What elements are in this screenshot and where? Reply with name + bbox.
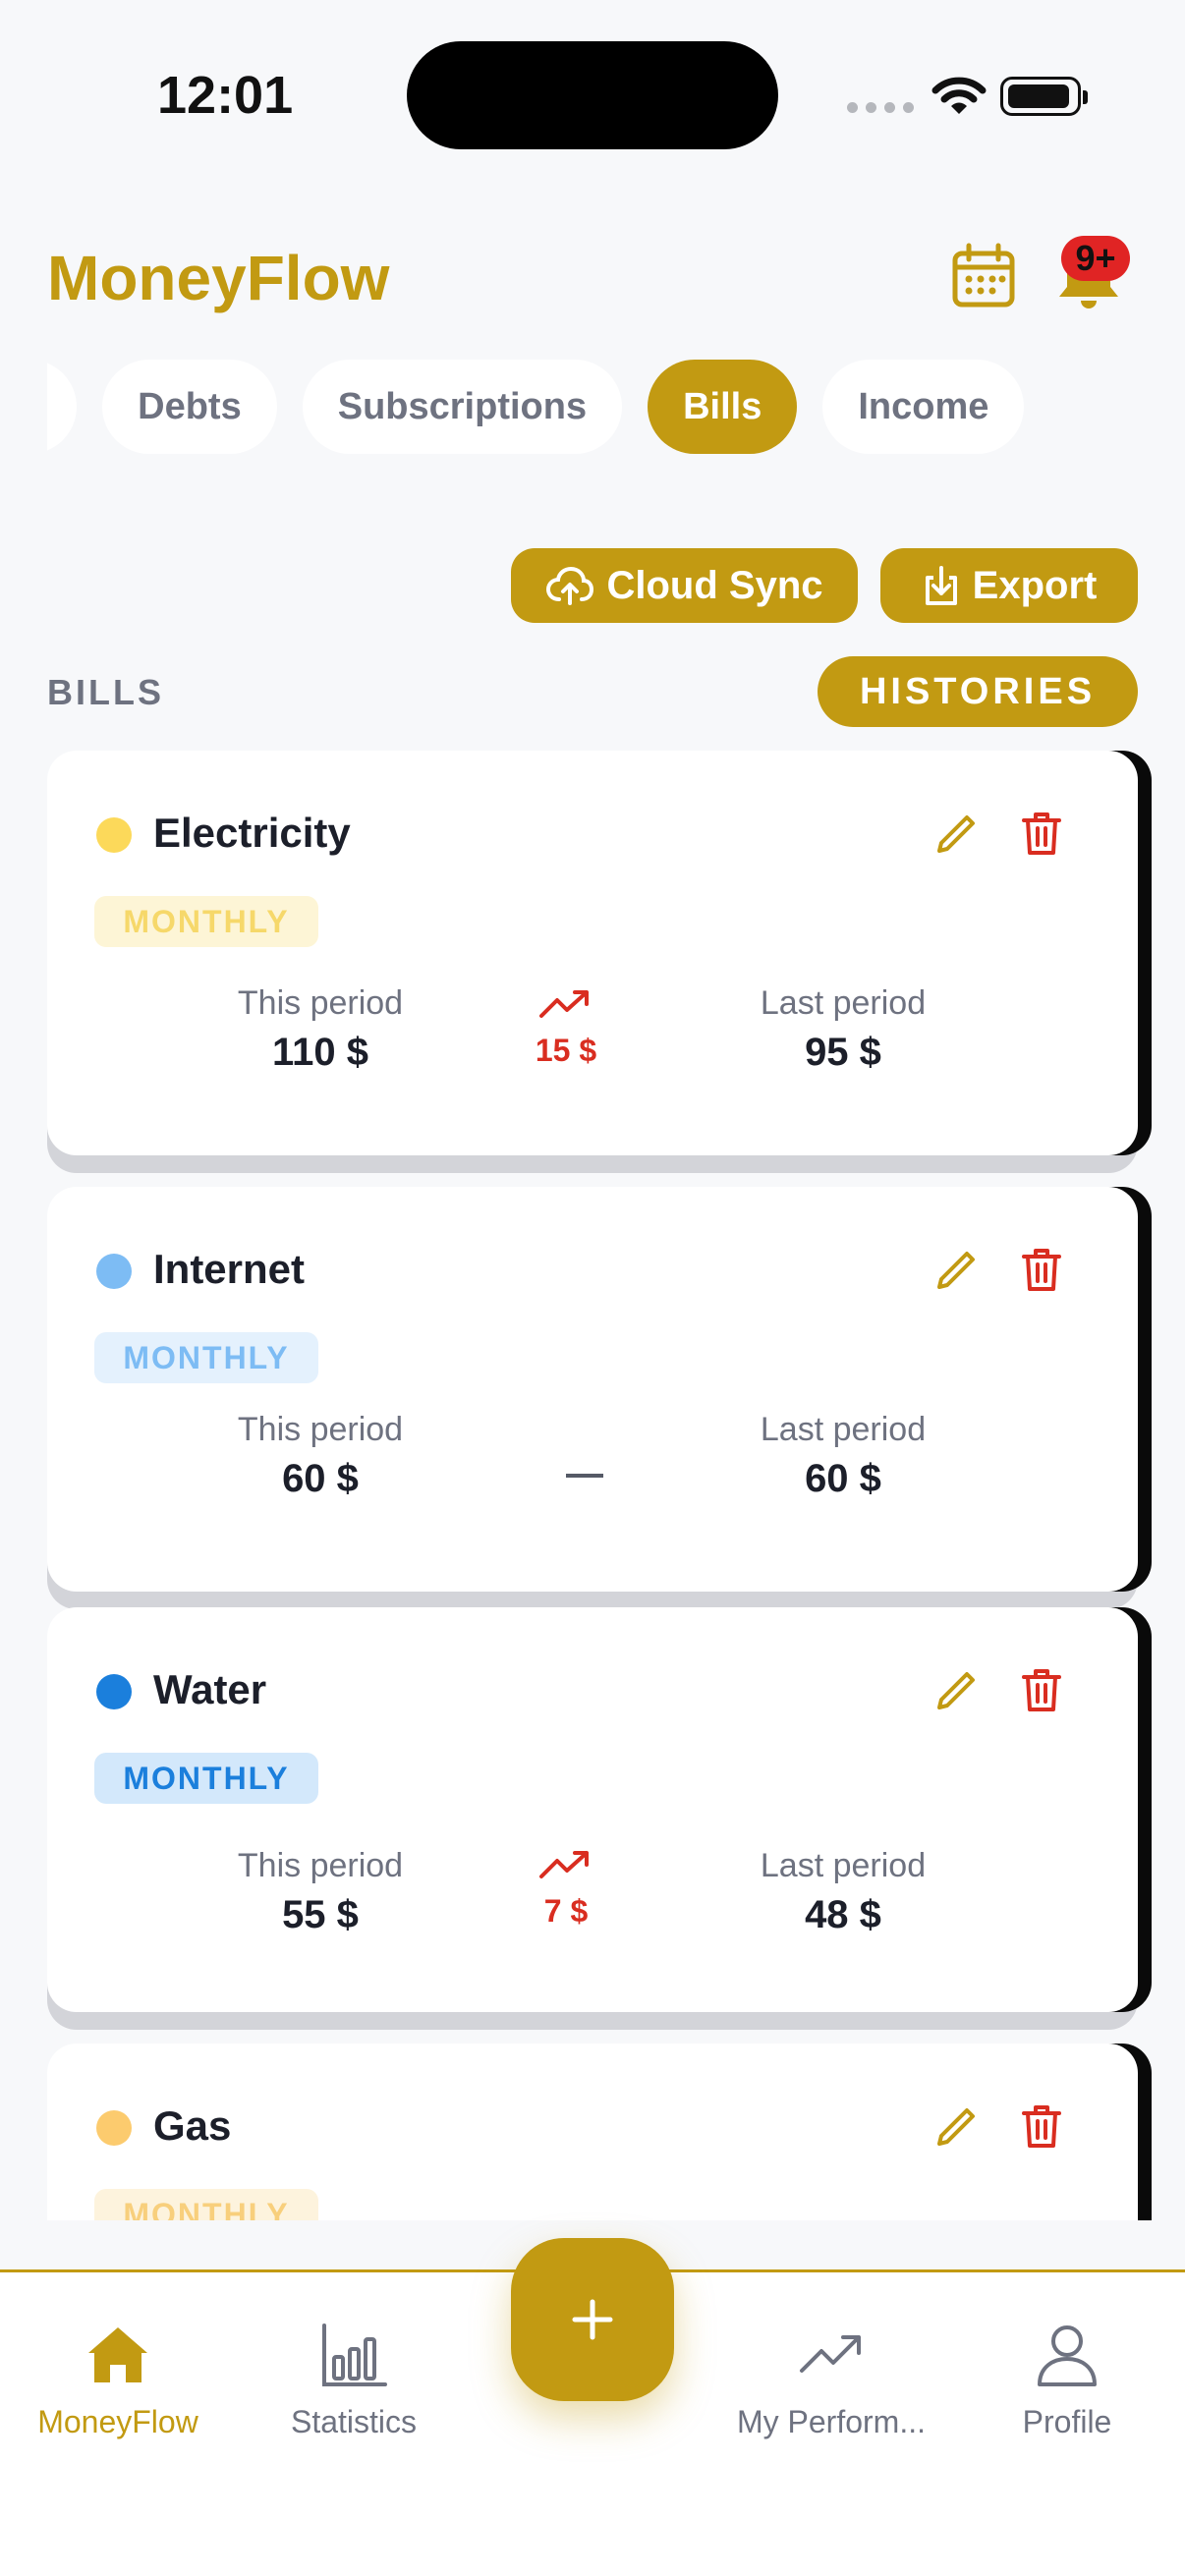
notification-badge: 9+	[1061, 236, 1130, 281]
status-icons	[847, 71, 1088, 120]
trend-up-icon	[800, 2335, 861, 2373]
trend-up-icon	[539, 990, 589, 1018]
battery-icon	[1000, 77, 1088, 116]
last-period-label: Last period	[760, 1847, 927, 1884]
bill-card[interactable]: Water MONTHLY This period 55 $ 7 $ Last …	[47, 1607, 1138, 2012]
frequency-badge: MONTHLY	[94, 2189, 318, 2220]
last-period: Last period 48 $	[696, 1847, 990, 1937]
cloud-sync-button[interactable]: Cloud Sync	[511, 548, 858, 623]
tab-bills[interactable]: Bills	[648, 360, 798, 454]
delete-icon[interactable]	[1020, 1666, 1063, 1713]
this-period-value: 60 $	[282, 1457, 359, 1500]
user-icon	[1038, 2325, 1097, 2386]
delete-icon[interactable]	[1020, 810, 1063, 857]
bill-name: Internet	[153, 1246, 306, 1292]
last-period: Last period 60 $	[696, 1411, 990, 1501]
this-period-value: 110 $	[272, 1031, 368, 1074]
bill-color-dot	[96, 2110, 132, 2146]
last-period-label: Last period	[760, 1411, 927, 1448]
export-button[interactable]: Export	[880, 548, 1138, 623]
trend: 7 $	[507, 1847, 625, 1930]
signal-icon	[847, 102, 914, 113]
section-title: BILLS	[47, 672, 164, 712]
tab-list: ents Debts Subscriptions Bills Income	[47, 360, 1025, 454]
last-period-value: 60 $	[805, 1457, 881, 1500]
nav-label: Profile	[1022, 2404, 1112, 2439]
this-period-label: This period	[237, 984, 404, 1022]
wifi-icon	[931, 77, 987, 114]
edit-icon[interactable]	[931, 1666, 979, 1713]
nav-statistics[interactable]: Statistics	[236, 2320, 472, 2440]
nav-label: MoneyFlow	[37, 2404, 198, 2439]
bill-color-dot	[96, 1674, 132, 1709]
calendar-icon[interactable]	[949, 242, 1018, 310]
frequency-badge: MONTHLY	[94, 1753, 318, 1804]
status-bar: 12:01	[0, 0, 1185, 177]
nav-label: Statistics	[290, 2404, 418, 2439]
bill-name: Gas	[153, 2102, 232, 2149]
this-period-value: 55 $	[282, 1893, 359, 1936]
no-change-indicator	[566, 1474, 603, 1478]
last-period: Last period 95 $	[696, 984, 990, 1075]
tab-income[interactable]: Income	[822, 360, 1025, 454]
frequency-badge: MONTHLY	[94, 896, 318, 947]
app-title: MoneyFlow	[47, 243, 390, 313]
dynamic-island	[407, 41, 778, 149]
bill-name: Water	[153, 1666, 267, 1712]
edit-icon[interactable]	[931, 810, 979, 857]
add-bill-button[interactable]	[511, 2238, 674, 2401]
bill-color-dot	[96, 1254, 132, 1289]
delete-icon[interactable]	[1020, 1246, 1063, 1293]
this-period: This period 55 $	[173, 1847, 468, 1937]
bar-chart-icon	[322, 2324, 387, 2386]
nav-profile[interactable]: Profile	[949, 2320, 1185, 2440]
bills-list: Electricity MONTHLY This period 110 $ 15…	[0, 747, 1185, 2220]
this-period-label: This period	[237, 1411, 404, 1448]
trend-value: 15 $	[535, 1033, 597, 1068]
last-period-label: Last period	[760, 984, 927, 1022]
export-label: Export	[972, 563, 1098, 607]
last-period-value: 95 $	[805, 1031, 881, 1074]
nav-label: My Perform...	[736, 2404, 926, 2439]
status-time: 12:01	[157, 66, 294, 125]
plus-icon	[572, 2299, 613, 2340]
trend-up-icon	[539, 1851, 589, 1878]
category-tabs: ents Debts Subscriptions Bills Income	[47, 360, 1138, 458]
this-period: This period 60 $	[173, 1411, 468, 1501]
edit-icon[interactable]	[931, 1246, 979, 1293]
this-period: This period 110 $	[173, 984, 468, 1075]
last-period-value: 48 $	[805, 1893, 881, 1936]
trend-value: 7 $	[543, 1893, 589, 1929]
frequency-badge: MONTHLY	[94, 1332, 318, 1383]
bill-color-dot	[96, 817, 132, 853]
home-icon	[88, 2327, 147, 2382]
bill-name: Electricity	[153, 810, 351, 856]
delete-icon[interactable]	[1020, 2102, 1063, 2150]
bill-card[interactable]: Electricity MONTHLY This period 110 $ 15…	[47, 751, 1138, 1155]
tab-debts[interactable]: Debts	[102, 360, 277, 454]
cloud-sync-label: Cloud Sync	[606, 563, 823, 607]
tab-subscriptions[interactable]: Subscriptions	[302, 360, 623, 454]
edit-icon[interactable]	[931, 2102, 979, 2150]
tab-installments[interactable]: ents	[47, 360, 78, 454]
cloud-upload-icon	[546, 566, 594, 605]
this-period-label: This period	[237, 1847, 404, 1884]
nav-moneyflow[interactable]: MoneyFlow	[0, 2320, 236, 2440]
download-icon	[925, 566, 957, 605]
trend: 15 $	[507, 986, 625, 1069]
nav-my-performance[interactable]: My Perform...	[713, 2320, 949, 2440]
bill-card[interactable]: Gas MONTHLY	[47, 2044, 1138, 2220]
histories-button[interactable]: HISTORIES	[818, 656, 1138, 727]
bill-card[interactable]: Internet MONTHLY This period 60 $ Last p…	[47, 1187, 1138, 1592]
